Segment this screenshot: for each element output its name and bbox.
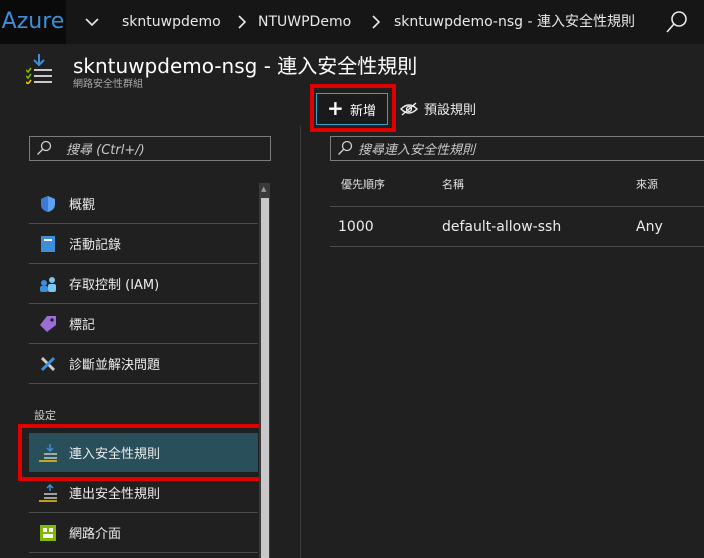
tag-icon <box>39 315 57 333</box>
nav-item-outbound-rules[interactable]: 連出安全性規則 <box>29 473 258 513</box>
shield-icon <box>39 195 57 213</box>
column-header-name[interactable]: 名稱 <box>442 176 464 192</box>
nav-item-label: 概觀 <box>69 198 96 213</box>
highlight-add-button <box>310 84 396 132</box>
nav-item-activity-log[interactable]: 活動記錄 <box>29 224 258 264</box>
nav-item-label: 網路介面 <box>69 527 122 542</box>
pane-divider[interactable] <box>300 126 301 558</box>
nav-search-placeholder: 搜尋 (Ctrl+/) <box>66 143 145 158</box>
network-interface-icon <box>39 524 57 542</box>
azure-brand[interactable]: Azure <box>0 0 66 44</box>
nav-item-diagnose[interactable]: 診斷並解決問題 <box>29 344 258 384</box>
cell-name: default-allow-ssh <box>442 219 562 235</box>
search-icon <box>337 140 353 156</box>
nav-item-access-control[interactable]: 存取控制 (IAM) <box>29 264 258 304</box>
scroll-up-arrow-icon[interactable]: ▲ <box>261 185 266 193</box>
rules-search-input[interactable]: 搜尋連入安全性規則 <box>330 136 704 161</box>
page-subtitle: 網路安全性群組 <box>73 79 143 90</box>
search-icon[interactable] <box>664 9 690 39</box>
nav-item-label: 診斷並解決問題 <box>69 358 161 373</box>
breadcrumb-item[interactable]: skntuwpdemo <box>122 0 221 44</box>
chevron-right-icon <box>236 0 248 44</box>
chevron-down-icon[interactable] <box>84 0 100 44</box>
column-header-priority[interactable]: 優先順序 <box>341 176 385 192</box>
nav-item-tags[interactable]: 標記 <box>29 304 258 344</box>
nav-item-overview[interactable]: 概觀 <box>29 184 258 224</box>
nav-item-label: 活動記錄 <box>69 238 122 253</box>
outbound-rules-icon <box>39 483 57 502</box>
rules-search-placeholder: 搜尋連入安全性規則 <box>358 143 476 158</box>
breadcrumb-item[interactable]: skntuwpdemo-nsg - 連入安全性規則 <box>394 0 635 44</box>
nav-item-label: 存取控制 (IAM) <box>69 278 160 293</box>
column-header-source[interactable]: 來源 <box>636 176 658 192</box>
default-rules-label: 預設規則 <box>424 103 477 118</box>
table-row-divider <box>330 246 704 247</box>
nav-item-label: 連出安全性規則 <box>69 487 161 502</box>
people-icon <box>39 275 57 293</box>
nav-item-label: 標記 <box>69 318 96 333</box>
cell-source: Any <box>636 219 663 235</box>
breadcrumb-item[interactable]: NTUWPDemo <box>258 0 351 44</box>
nav-search-input[interactable]: 搜尋 (Ctrl+/) <box>29 136 271 161</box>
activity-log-icon <box>39 235 57 253</box>
inbound-rules-icon <box>25 54 52 86</box>
search-icon <box>36 140 52 156</box>
nav-section-settings: 設定 <box>34 409 56 422</box>
cell-priority: 1000 <box>338 219 374 235</box>
chevron-right-icon <box>370 0 382 44</box>
nav-scrollbar-thumb[interactable] <box>261 198 269 558</box>
eye-hidden-icon <box>400 101 418 116</box>
nav-item-network-interfaces[interactable]: 網路介面 <box>29 513 258 553</box>
wrench-icon <box>39 355 57 373</box>
